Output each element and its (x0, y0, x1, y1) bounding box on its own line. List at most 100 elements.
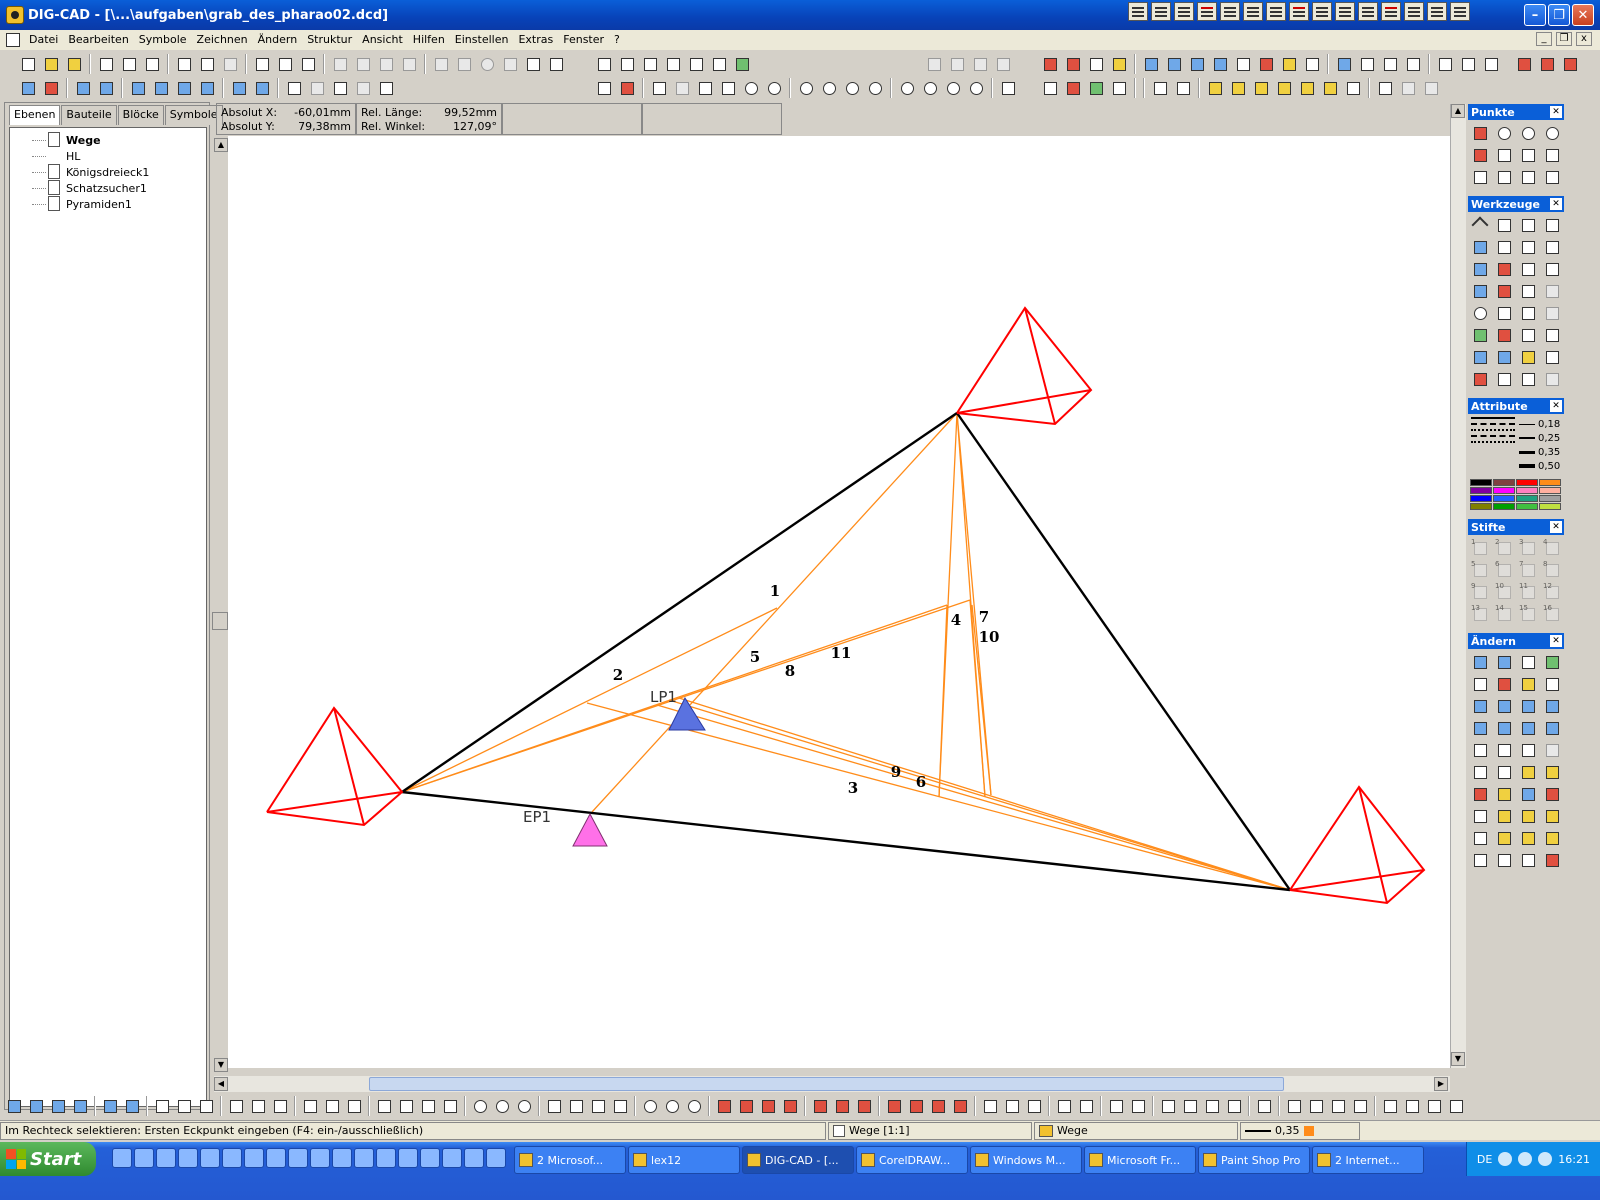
quick-launch-icon[interactable] (354, 1148, 374, 1168)
color-swatch[interactable] (1470, 487, 1492, 494)
center-point-icon[interactable] (1494, 123, 1516, 143)
dimension-v-icon[interactable] (736, 1096, 756, 1116)
level-del-icon[interactable] (1350, 1096, 1370, 1116)
quick-launch-icon[interactable] (266, 1148, 286, 1168)
pen-11-icon[interactable]: 11 (1518, 582, 1540, 602)
pen-7-icon[interactable]: 7 (1518, 560, 1540, 580)
open-file-icon[interactable] (41, 54, 61, 74)
tree-item-hl[interactable]: HL (14, 148, 202, 164)
panel-close-icon[interactable]: ✕ (1550, 521, 1562, 533)
file-link-icon[interactable] (1470, 828, 1492, 848)
grid-icon[interactable] (640, 54, 660, 74)
measure-icon[interactable] (617, 78, 637, 98)
menu-help[interactable]: ? (609, 30, 625, 50)
window-icon[interactable] (1435, 54, 1455, 74)
panel-close-icon[interactable]: ✕ (1550, 106, 1562, 118)
hand-icon[interactable] (1518, 215, 1540, 235)
axis-tree-icon[interactable] (1002, 1096, 1022, 1116)
hatch-draw-icon[interactable] (810, 1096, 830, 1116)
pen-1-icon[interactable]: 1 (1470, 538, 1492, 558)
pen-13-icon[interactable]: 13 (1470, 604, 1492, 624)
ellipse-axis-icon[interactable] (662, 1096, 682, 1116)
rotate-modify-icon[interactable] (1494, 674, 1516, 694)
symbol-icon[interactable] (1086, 78, 1106, 98)
tree-item-koenigsdreieck[interactable]: Königsdreieck1 (14, 164, 202, 180)
transfer-to-icon[interactable] (1494, 784, 1516, 804)
document-icon[interactable] (6, 33, 20, 47)
select-box-icon[interactable] (1518, 237, 1540, 257)
align-icon[interactable] (197, 78, 217, 98)
arc-end-icon[interactable] (610, 1096, 630, 1116)
hscroll-right-arrow[interactable]: ▶ (1434, 1077, 1448, 1091)
split-icon[interactable] (1518, 652, 1540, 672)
ellipse-icon[interactable] (1470, 347, 1492, 367)
disabled-tool-icon[interactable] (947, 54, 967, 74)
menu-aendern[interactable]: Ändern (253, 30, 303, 50)
quick-launch-icon[interactable] (112, 1148, 132, 1168)
triangle-fill-icon[interactable] (1076, 1096, 1096, 1116)
file-replace-icon[interactable] (1518, 828, 1540, 848)
copy-object-icon[interactable] (1150, 78, 1170, 98)
arc-icon[interactable] (1470, 325, 1492, 345)
paste-object-icon[interactable] (1173, 78, 1193, 98)
rotate-icon[interactable] (1164, 54, 1184, 74)
tools-icon[interactable] (1357, 54, 1377, 74)
quick-launch-icon[interactable] (376, 1148, 396, 1168)
layout-preset-icon[interactable] (1220, 2, 1240, 21)
file-insert-icon[interactable] (1494, 828, 1516, 848)
extend-line-icon[interactable] (1494, 696, 1516, 716)
menu-hilfen[interactable]: Hilfen (408, 30, 450, 50)
disabled-icon[interactable] (1542, 369, 1564, 389)
taskbar-item[interactable]: CorelDRAW... (856, 1146, 968, 1174)
cross-lines-icon[interactable] (344, 1096, 364, 1116)
color-swatch[interactable] (1539, 495, 1561, 502)
stamp-icon[interactable] (1518, 369, 1540, 389)
paste-icon[interactable] (376, 54, 396, 74)
transfer-from-icon[interactable] (1518, 784, 1540, 804)
arc-tangent-icon[interactable] (588, 1096, 608, 1116)
layout-preset-icon[interactable] (1427, 2, 1447, 21)
midpoint-icon[interactable] (1494, 145, 1516, 165)
tab-ebenen[interactable]: Ebenen (9, 105, 61, 125)
dash-line-icon[interactable] (418, 1096, 438, 1116)
tray-icon[interactable] (1538, 1152, 1553, 1166)
dimension-d-icon[interactable] (906, 1096, 926, 1116)
new-file-icon[interactable] (18, 54, 38, 74)
layer-icon[interactable] (709, 54, 729, 74)
help-icon[interactable] (1537, 54, 1557, 74)
quick-launch-icon[interactable] (244, 1148, 264, 1168)
modify-icon[interactable] (1470, 652, 1492, 672)
save-all-icon[interactable] (142, 54, 162, 74)
select-type-icon[interactable] (1542, 259, 1564, 279)
export-icon[interactable] (197, 54, 217, 74)
zoom-window-icon[interactable] (672, 78, 692, 98)
quick-launch-icon[interactable] (200, 1148, 220, 1168)
edit-2-icon[interactable] (1494, 237, 1516, 257)
select-layer-icon[interactable] (1518, 259, 1540, 279)
hatch-box-icon[interactable] (832, 1096, 852, 1116)
pen-icon[interactable] (594, 78, 614, 98)
color-swatch[interactable] (1516, 503, 1538, 510)
zoom-3-icon[interactable] (842, 78, 862, 98)
taskbar-item[interactable]: Windows M... (970, 1146, 1082, 1174)
pen-16-icon[interactable]: 16 (1542, 604, 1564, 624)
quick-launch-icon[interactable] (222, 1148, 242, 1168)
taskbar-item-active[interactable]: DIG-CAD - [... (742, 1146, 854, 1174)
rectangle-icon[interactable] (1470, 281, 1492, 301)
quick-launch-icon[interactable] (178, 1148, 198, 1168)
clock[interactable]: 16:21 (1558, 1153, 1590, 1166)
axis-offset-icon[interactable] (1024, 1096, 1044, 1116)
hscroll-left-arrow[interactable]: ◀ (214, 1077, 228, 1091)
pen-12-icon[interactable]: 12 (1542, 582, 1564, 602)
view-load-icon[interactable] (1446, 1096, 1466, 1116)
language-indicator[interactable]: DE (1477, 1153, 1492, 1166)
mesh-icon[interactable] (1086, 54, 1106, 74)
block-icon[interactable] (284, 78, 304, 98)
hand-select-icon[interactable] (1542, 215, 1564, 235)
grid-snap-icon[interactable] (1254, 1096, 1274, 1116)
crosshair-icon[interactable] (594, 54, 614, 74)
text-style-icon[interactable] (1109, 78, 1129, 98)
polygon-icon[interactable] (396, 1096, 416, 1116)
file-swap-icon[interactable] (1542, 828, 1564, 848)
zoom-7-icon[interactable] (943, 78, 963, 98)
